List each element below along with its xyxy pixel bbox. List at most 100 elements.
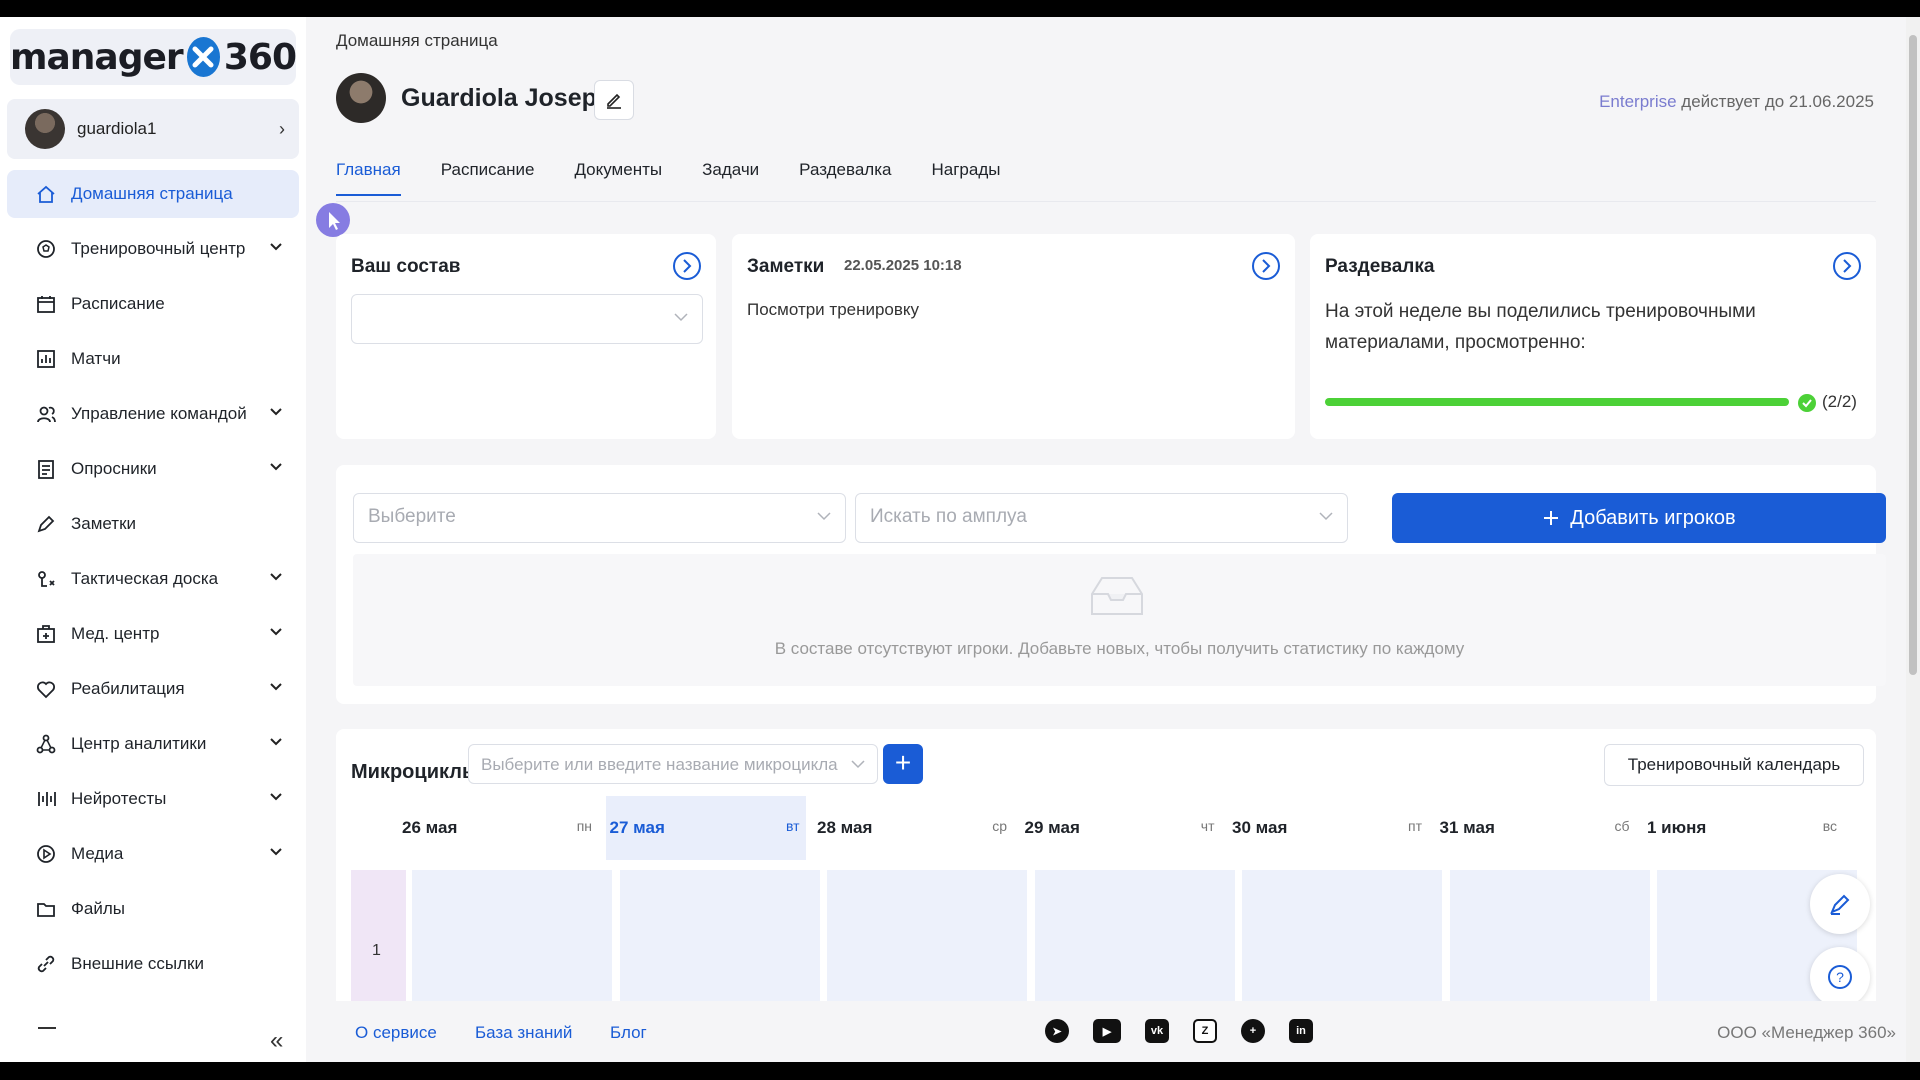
open-locker-icon[interactable] — [1832, 251, 1862, 281]
day-weekday: чт — [1200, 818, 1215, 834]
profile-name: Guardiola Josep — [401, 84, 597, 112]
sidebar-item-9[interactable]: Реабилитация — [7, 665, 299, 713]
scrollbar-thumb[interactable] — [1909, 35, 1917, 675]
progress-fill — [1325, 398, 1789, 406]
user-card[interactable]: guardiola1 › — [7, 99, 299, 159]
role-search-select[interactable]: Искать по амплуа — [855, 493, 1348, 543]
day-header[interactable]: 30 мая пт — [1228, 796, 1428, 860]
youtube-icon[interactable]: ▶ — [1093, 1019, 1121, 1043]
tactics-icon — [35, 568, 57, 590]
survey-icon — [35, 458, 57, 480]
sidebar-item-label: Управление командой — [71, 404, 247, 423]
chevron-down-icon — [851, 760, 865, 769]
annotate-fab[interactable] — [1810, 874, 1870, 934]
breadcrumb[interactable]: Домашняя страница — [336, 31, 498, 51]
day-cell[interactable] — [619, 870, 820, 1010]
sidebar-item-4[interactable]: Управление командой — [7, 390, 299, 438]
open-squad-icon[interactable] — [672, 251, 702, 281]
neuro-icon — [35, 788, 57, 810]
sidebar-item-12[interactable]: Медиа — [7, 830, 299, 878]
day-cell[interactable] — [412, 870, 612, 1010]
help-icon: ? — [1828, 965, 1852, 989]
footer: О сервисе База знаний Блог ➤ ▶ vk Z + in… — [306, 1001, 1906, 1062]
squad-card-title: Ваш состав — [351, 256, 461, 277]
sidebar-item-1[interactable]: Тренировочный центр — [7, 225, 299, 273]
locker-description: На этой неделе вы поделились тренировочн… — [1325, 301, 1756, 353]
day-header[interactable]: 1 июня вс — [1643, 796, 1843, 860]
day-header[interactable]: 27 мая вт — [605, 796, 806, 860]
app-window: manager 360 guardiola1 › Домашняя страни… — [0, 17, 1920, 1062]
open-notes-icon[interactable] — [1251, 251, 1281, 281]
linkedin-icon[interactable]: in — [1289, 1019, 1313, 1043]
chevron-down-icon — [674, 313, 688, 322]
app-logo[interactable]: manager 360 — [10, 29, 297, 85]
tab-0[interactable]: Главная — [336, 160, 401, 196]
day-cell[interactable] — [827, 870, 1027, 1010]
logo-text: manager — [10, 36, 184, 78]
microcycle-row-number: 1 — [351, 870, 406, 1010]
chevron-down-icon — [270, 628, 282, 636]
avatar — [25, 109, 65, 149]
add-microcycle-button[interactable]: + — [883, 744, 923, 784]
training-calendar-button[interactable]: Тренировочный календарь — [1604, 744, 1864, 786]
tabs-divider — [336, 201, 1876, 202]
sidebar-item-13[interactable]: Файлы — [7, 885, 299, 933]
sidebar-item-14[interactable]: Внешние ссылки — [7, 940, 299, 988]
sidebar-item-5[interactable]: Опросники — [7, 445, 299, 493]
page-scrollbar[interactable] — [1906, 17, 1920, 1062]
tab-1[interactable]: Расписание — [441, 160, 535, 196]
home-icon — [35, 183, 57, 205]
edit-profile-button[interactable] — [594, 80, 634, 120]
day-date: 28 мая — [817, 818, 873, 837]
collapse-sidebar-icon[interactable]: « — [270, 1027, 283, 1055]
add-players-button[interactable]: Добавить игроков — [1392, 493, 1886, 543]
squad-select[interactable] — [351, 294, 703, 344]
link-icon — [35, 953, 57, 975]
day-header[interactable]: 26 мая пн — [398, 796, 598, 860]
chevron-down-icon — [270, 848, 282, 856]
sidebar-nav: Домашняя страница Тренировочный центр Расп… — [7, 170, 299, 995]
sidebar-item-7[interactable]: Тактическая доска — [7, 555, 299, 603]
day-header[interactable]: 28 мая ср — [813, 796, 1013, 860]
day-header[interactable]: 29 мая чт — [1021, 796, 1221, 860]
tab-5[interactable]: Награды — [932, 160, 1001, 196]
players-card: Выберите Искать по амплуа Добавить игрок… — [336, 465, 1886, 704]
day-cell[interactable] — [1449, 870, 1650, 1010]
microcycles-title: Микроциклы — [351, 761, 480, 783]
vk-icon[interactable]: vk — [1145, 1019, 1169, 1043]
sidebar-item-3[interactable]: Матчи — [7, 335, 299, 383]
notes-card: Заметки 22.05.2025 10:18 Посмотри тренир… — [732, 234, 1295, 439]
tab-4[interactable]: Раздевалка — [799, 160, 891, 196]
sidebar-item-0[interactable]: Домашняя страница — [7, 170, 299, 218]
chevron-down-icon — [270, 243, 282, 251]
sidebar-item-6[interactable]: Заметки — [7, 500, 299, 548]
logo-mark-icon — [186, 37, 220, 77]
footer-link-knowledge[interactable]: База знаний — [475, 1023, 572, 1043]
footer-link-blog[interactable]: Блог — [610, 1023, 647, 1043]
day-weekday: вт — [785, 818, 800, 834]
sidebar-item-label: Внешние ссылки — [71, 954, 204, 973]
sidebar-item-10[interactable]: Центр аналитики — [7, 720, 299, 768]
day-date: 31 мая — [1439, 818, 1495, 837]
telegram-icon[interactable]: ➤ — [1045, 1019, 1069, 1043]
plus-social-icon[interactable]: + — [1241, 1019, 1265, 1043]
views-progress-bar — [1325, 398, 1789, 406]
sidebar-item-11[interactable]: Нейротесты — [7, 775, 299, 823]
microcycle-select[interactable]: Выберите или введите название микроцикла — [468, 744, 878, 784]
sidebar-item-8[interactable]: Мед. центр — [7, 610, 299, 658]
tab-2[interactable]: Документы — [574, 160, 662, 196]
main-content: Домашняя страница Guardiola Josep Enterp… — [306, 17, 1906, 1062]
day-cell[interactable] — [1242, 870, 1442, 1010]
day-header[interactable]: 31 мая сб — [1436, 796, 1636, 860]
day-cell[interactable] — [1034, 870, 1235, 1010]
help-fab[interactable]: ? — [1810, 947, 1870, 1007]
plan-name[interactable]: Enterprise — [1599, 92, 1676, 111]
sidebar-item-label: Тренировочный центр — [71, 239, 246, 258]
sidebar-item-2[interactable]: Расписание — [7, 280, 299, 328]
footer-link-about[interactable]: О сервисе — [355, 1023, 437, 1043]
heart-icon — [35, 678, 57, 700]
user-name: guardiola1 — [77, 119, 157, 138]
player-select[interactable]: Выберите — [353, 493, 846, 543]
tab-3[interactable]: Задачи — [702, 160, 759, 196]
dzen-icon[interactable]: Z — [1193, 1019, 1217, 1043]
